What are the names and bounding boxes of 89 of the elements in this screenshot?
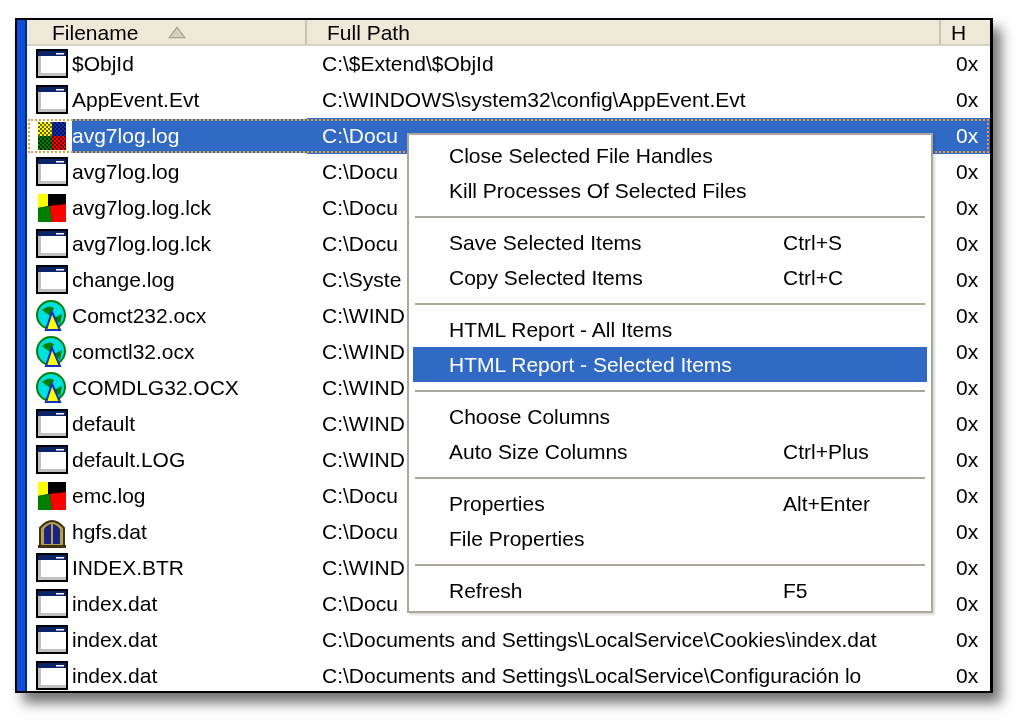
path-cell: C:\WIND (322, 376, 405, 400)
filename-cell[interactable]: index.dat (72, 587, 158, 621)
path-cell: C:\Docu (322, 520, 398, 544)
filename-cell[interactable]: Comct232.ocx (72, 299, 207, 333)
menu-item[interactable]: HTML Report - All Items (413, 312, 927, 347)
window-icon (35, 588, 69, 620)
menu-item[interactable]: Refresh F5 (413, 573, 927, 608)
table-cell: 0x (956, 124, 979, 148)
path-cell: C:\WIND (322, 412, 405, 436)
path-cell: C:\WINDOWS\system32\config\AppEvent.Evt (322, 88, 746, 112)
path-cell: C:\WIND (322, 340, 405, 364)
filename-cell[interactable]: avg7log.log.lck (72, 191, 211, 225)
column-header[interactable]: Full Path (327, 20, 410, 45)
globe-icon (35, 372, 69, 404)
path-cell: C:\Docu (322, 232, 398, 256)
filename-cell[interactable]: avg7log.log (72, 155, 180, 189)
path-cell: C:\$Extend\$ObjId (322, 52, 494, 76)
filename-cell[interactable]: default (72, 407, 136, 441)
filename-cell[interactable]: $ObjId (72, 47, 134, 81)
menu-item[interactable]: Close Selected File Handles (413, 138, 927, 173)
table-cell: 0x (956, 304, 979, 328)
filename-cell[interactable]: emc.log (72, 479, 146, 513)
filename-cell[interactable]: index.dat (72, 623, 158, 657)
filename-cell[interactable]: avg7log.log.lck (72, 227, 211, 261)
menu-item[interactable]: Choose Columns (413, 399, 927, 434)
window-icon (35, 552, 69, 584)
colored-squares-icon (35, 480, 69, 512)
menu-item[interactable]: HTML Report - Selected Items (413, 347, 927, 382)
menu-item[interactable]: Copy Selected Items Ctrl+C (413, 260, 927, 295)
filename-cell[interactable]: INDEX.BTR (72, 551, 184, 585)
shortcut-label: Ctrl+S (783, 230, 842, 255)
path-cell: C:\Docu (322, 160, 398, 184)
path-cell: C:\WIND (322, 304, 405, 328)
menu-item[interactable]: Auto Size Columns Ctrl+Plus (413, 434, 927, 469)
table-cell: 0x (956, 556, 979, 580)
table-cell: 0x (956, 664, 979, 688)
window-icon (35, 624, 69, 656)
path-cell: C:\Documents and Settings\LocalService\Cookies\index.dat (322, 628, 877, 652)
filename-cell[interactable]: change.log (72, 263, 175, 297)
path-cell: C:\Syste (322, 268, 402, 292)
column-header[interactable]: H (951, 20, 967, 45)
globe-icon (35, 300, 69, 332)
filename-cell[interactable]: index.dat (72, 659, 158, 691)
menu-item[interactable]: File Properties (413, 521, 927, 556)
table-cell: 0x (956, 484, 979, 508)
path-cell: C:\WIND (322, 556, 405, 580)
path-cell: C:\Docu (322, 484, 398, 508)
filename-cell[interactable]: comctl32.ocx (72, 335, 195, 369)
window-icon (35, 84, 69, 116)
window-icon (35, 228, 69, 260)
table-cell: 0x (956, 376, 979, 400)
table-cell: 0x (956, 232, 979, 256)
table-cell: 0x (956, 628, 979, 652)
window-icon (35, 264, 69, 296)
path-cell: C:\Docu (322, 196, 398, 220)
table-cell: 0x (956, 160, 979, 184)
menu-item[interactable]: Kill Processes Of Selected Files (413, 173, 927, 208)
menu-item[interactable]: Properties Alt+Enter (413, 486, 927, 521)
table-cell: 0x (956, 88, 979, 112)
menu-item[interactable]: Save Selected Items Ctrl+S (413, 225, 927, 260)
filename-cell[interactable]: hgfs.dat (72, 515, 147, 549)
shortcut-label: Ctrl+C (783, 265, 844, 290)
window-icon (35, 408, 69, 440)
colored-squares-icon (35, 192, 69, 224)
window-icon (35, 444, 69, 476)
window-icon (35, 48, 69, 80)
table-cell: 0x (956, 592, 979, 616)
filename-cell[interactable]: default.LOG (72, 443, 186, 477)
path-cell: C:\Documents and Settings\LocalService\Configuración lo (322, 664, 862, 688)
path-cell: C:\Docu (322, 592, 398, 616)
table-cell: 0x (956, 52, 979, 76)
window-icon (35, 156, 69, 188)
table-cell: 0x (956, 340, 979, 364)
shortcut-label: F5 (783, 578, 808, 603)
table-cell: 0x (956, 268, 979, 292)
globe-icon (35, 336, 69, 368)
shortcut-label: Alt+Enter (783, 491, 870, 516)
shortcut-label: Ctrl+Plus (783, 439, 869, 464)
filename-cell[interactable]: AppEvent.Evt (72, 83, 200, 117)
table-cell: 0x (956, 520, 979, 544)
table-cell: 0x (956, 412, 979, 436)
column-header[interactable]: Filename (52, 20, 139, 45)
path-cell: C:\WIND (322, 448, 405, 472)
path-cell: C:\Docu (322, 124, 398, 148)
filename-cell[interactable]: avg7log.log (72, 119, 307, 153)
checkered-icon (35, 120, 69, 152)
table-cell: 0x (956, 448, 979, 472)
table-cell: 0x (956, 196, 979, 220)
filename-cell[interactable]: COMDLG32.OCX (72, 371, 239, 405)
